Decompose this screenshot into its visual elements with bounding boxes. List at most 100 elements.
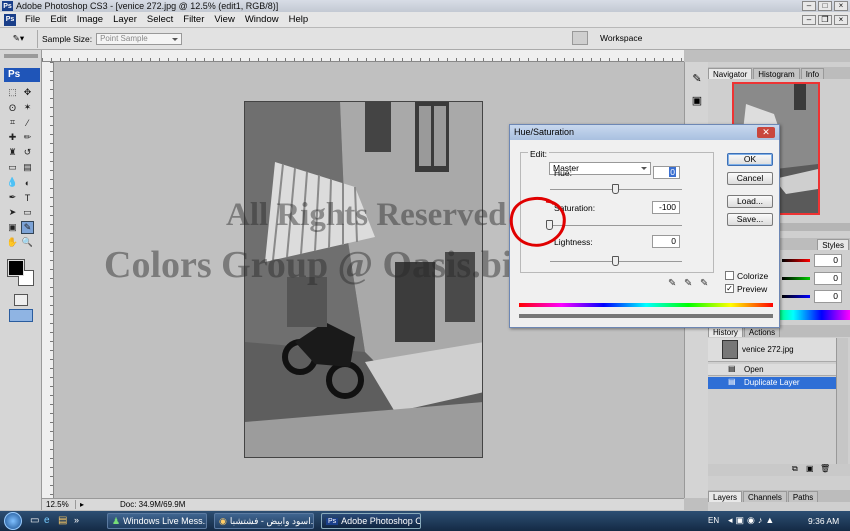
cancel-button[interactable]: Cancel [727, 172, 773, 185]
quicklaunch-more-icon[interactable]: » [74, 515, 79, 525]
menu-image[interactable]: Image [72, 14, 108, 25]
tab-paths[interactable]: Paths [787, 491, 819, 502]
brush-tool-icon[interactable]: ✏ [21, 131, 34, 144]
hand-tool-icon[interactable]: ✋ [6, 236, 19, 249]
marquee-tool-icon[interactable]: ⬚ [6, 86, 19, 99]
task-photoshop[interactable]: Ps Adobe Photoshop C... [321, 513, 421, 529]
history-item-selected[interactable]: ▤ Duplicate Layer [708, 377, 836, 389]
tab-styles[interactable]: Styles [817, 239, 849, 250]
workspace-button[interactable]: Workspace ▾ [592, 30, 648, 59]
tab-histogram[interactable]: Histogram [753, 68, 800, 79]
messenger-icon: ♟ [112, 515, 121, 526]
dialog-close-button[interactable]: ✕ [757, 127, 775, 138]
annotation-circle [509, 197, 566, 247]
history-brush-icon[interactable]: ↺ [21, 146, 34, 159]
minimize-button[interactable]: – [802, 1, 816, 11]
preview-checkbox[interactable]: ✓ [725, 284, 734, 293]
pen-tool-icon[interactable]: ✒ [6, 191, 19, 204]
brushes-panel-icon[interactable]: ✎ [690, 72, 704, 86]
tray-icons[interactable]: ◂▣◉♪▲ [728, 515, 798, 527]
shape-tool-icon[interactable]: ▭ [21, 206, 34, 219]
hue-input[interactable]: 0 [653, 166, 680, 179]
load-button[interactable]: Load... [727, 195, 773, 208]
quick-mask-icon[interactable] [14, 294, 28, 306]
new-document-icon[interactable]: ⧉ [792, 464, 798, 474]
task-forum[interactable]: ◉اسود وابيض - فشتشبا... [214, 513, 314, 529]
gradient-tool-icon[interactable]: ▤ [21, 161, 34, 174]
clock[interactable]: 9:36 AM [808, 516, 839, 526]
menu-layer[interactable]: Layer [108, 14, 142, 25]
type-tool-icon[interactable]: T [21, 191, 34, 204]
history-snapshot[interactable]: venice 272.jpg [708, 338, 836, 362]
tool-presets-icon[interactable]: ▣ [690, 94, 704, 108]
color-r-value[interactable]: 0 [814, 254, 842, 267]
doc-close-button[interactable]: × [834, 15, 848, 25]
save-button[interactable]: Save... [727, 213, 773, 226]
task-messenger[interactable]: ♟ Windows Live Mess... [107, 513, 207, 529]
lightness-slider-thumb[interactable] [612, 256, 619, 266]
tab-info[interactable]: Info [800, 68, 825, 79]
tab-navigator[interactable]: Navigator [708, 68, 753, 79]
delete-icon[interactable]: 🗑 [820, 464, 830, 473]
doc-minimize-button[interactable]: – [802, 15, 816, 25]
eyedropper-plus-icon[interactable]: ✎ [684, 278, 692, 289]
zoom-tool-icon[interactable]: 🔍 [21, 236, 34, 249]
lightness-input[interactable]: 0 [652, 235, 680, 248]
zoom-level[interactable]: 12.5% [42, 500, 76, 509]
healing-tool-icon[interactable]: ✚ [6, 131, 19, 144]
menu-window[interactable]: Window [240, 14, 284, 25]
hue-slider-thumb[interactable] [612, 184, 619, 194]
menu-select[interactable]: Select [142, 14, 178, 25]
dodge-tool-icon[interactable]: ◐ [21, 176, 34, 189]
tools-grip[interactable] [4, 54, 38, 58]
tab-layers[interactable]: Layers [708, 491, 743, 502]
new-snapshot-icon[interactable]: ▣ [806, 464, 814, 473]
slice-tool-icon[interactable]: ⁄ [21, 116, 34, 129]
magic-wand-icon[interactable]: ✶ [21, 101, 34, 114]
close-button[interactable]: × [834, 1, 848, 11]
menu-edit[interactable]: Edit [45, 14, 71, 25]
screen-mode-tool-icon[interactable] [9, 309, 33, 322]
lasso-tool-icon[interactable]: ʘ [6, 101, 19, 114]
window-controls: – □ × [802, 1, 848, 11]
tool-grid: ⬚ ✥ ʘ ✶ ⌗ ⁄ ✚ ✏ ♜ ↺ ▭ ▤ 💧 ◐ ✒ T ➤ ▭ ▣ ✎ ✋ 🔍 [6, 86, 36, 249]
menu-help[interactable]: Help [284, 14, 314, 25]
eyedropper-preset-icon[interactable]: ✎▾ [0, 29, 38, 48]
blur-tool-icon[interactable]: 💧 [6, 176, 19, 189]
history-scrollbar[interactable] [836, 338, 848, 464]
start-button[interactable] [4, 512, 22, 530]
foreground-color-front[interactable] [8, 260, 24, 276]
history-item[interactable]: ▤ Open [708, 364, 836, 376]
menu-file[interactable]: File [20, 14, 45, 25]
quicklaunch-desktop-icon[interactable]: ▭ [30, 515, 39, 526]
quicklaunch-folder-icon[interactable]: ▤ [58, 515, 67, 526]
maximize-button[interactable]: □ [818, 1, 832, 11]
saturation-input[interactable]: -100 [652, 201, 680, 214]
notes-tool-icon[interactable]: ▣ [6, 221, 19, 234]
eyedropper-tool-icon[interactable]: ✎ [21, 221, 34, 234]
menu-filter[interactable]: Filter [178, 14, 209, 25]
path-select-icon[interactable]: ➤ [6, 206, 19, 219]
color-g-value[interactable]: 0 [814, 272, 842, 285]
doc-restore-button[interactable]: ❐ [818, 15, 832, 25]
snapshot-name: venice 272.jpg [742, 345, 794, 354]
color-b-value[interactable]: 0 [814, 290, 842, 303]
tab-channels[interactable]: Channels [743, 491, 787, 502]
language-indicator[interactable]: EN [708, 516, 719, 525]
sample-size-select[interactable]: Point Sample [96, 32, 183, 45]
ps-menu-icon[interactable]: Ps [4, 13, 16, 26]
ok-button[interactable]: OK [727, 153, 773, 166]
eraser-tool-icon[interactable]: ▭ [6, 161, 19, 174]
move-tool-icon[interactable]: ✥ [21, 86, 34, 99]
quicklaunch-ie-icon[interactable]: e [44, 515, 50, 526]
menu-view[interactable]: View [209, 14, 239, 25]
eyedropper-icon[interactable]: ✎ [668, 278, 676, 289]
status-info-icon[interactable]: ▸ [80, 500, 90, 509]
colorize-checkbox[interactable] [725, 271, 734, 280]
eyedropper-minus-icon[interactable]: ✎ [700, 278, 708, 289]
crop-tool-icon[interactable]: ⌗ [6, 116, 19, 129]
history-item-label: Open [744, 365, 764, 374]
stamp-tool-icon[interactable]: ♜ [6, 146, 19, 159]
screen-mode-icon[interactable] [572, 31, 588, 45]
dialog-title-bar[interactable]: Hue/Saturation ✕ [510, 125, 779, 140]
